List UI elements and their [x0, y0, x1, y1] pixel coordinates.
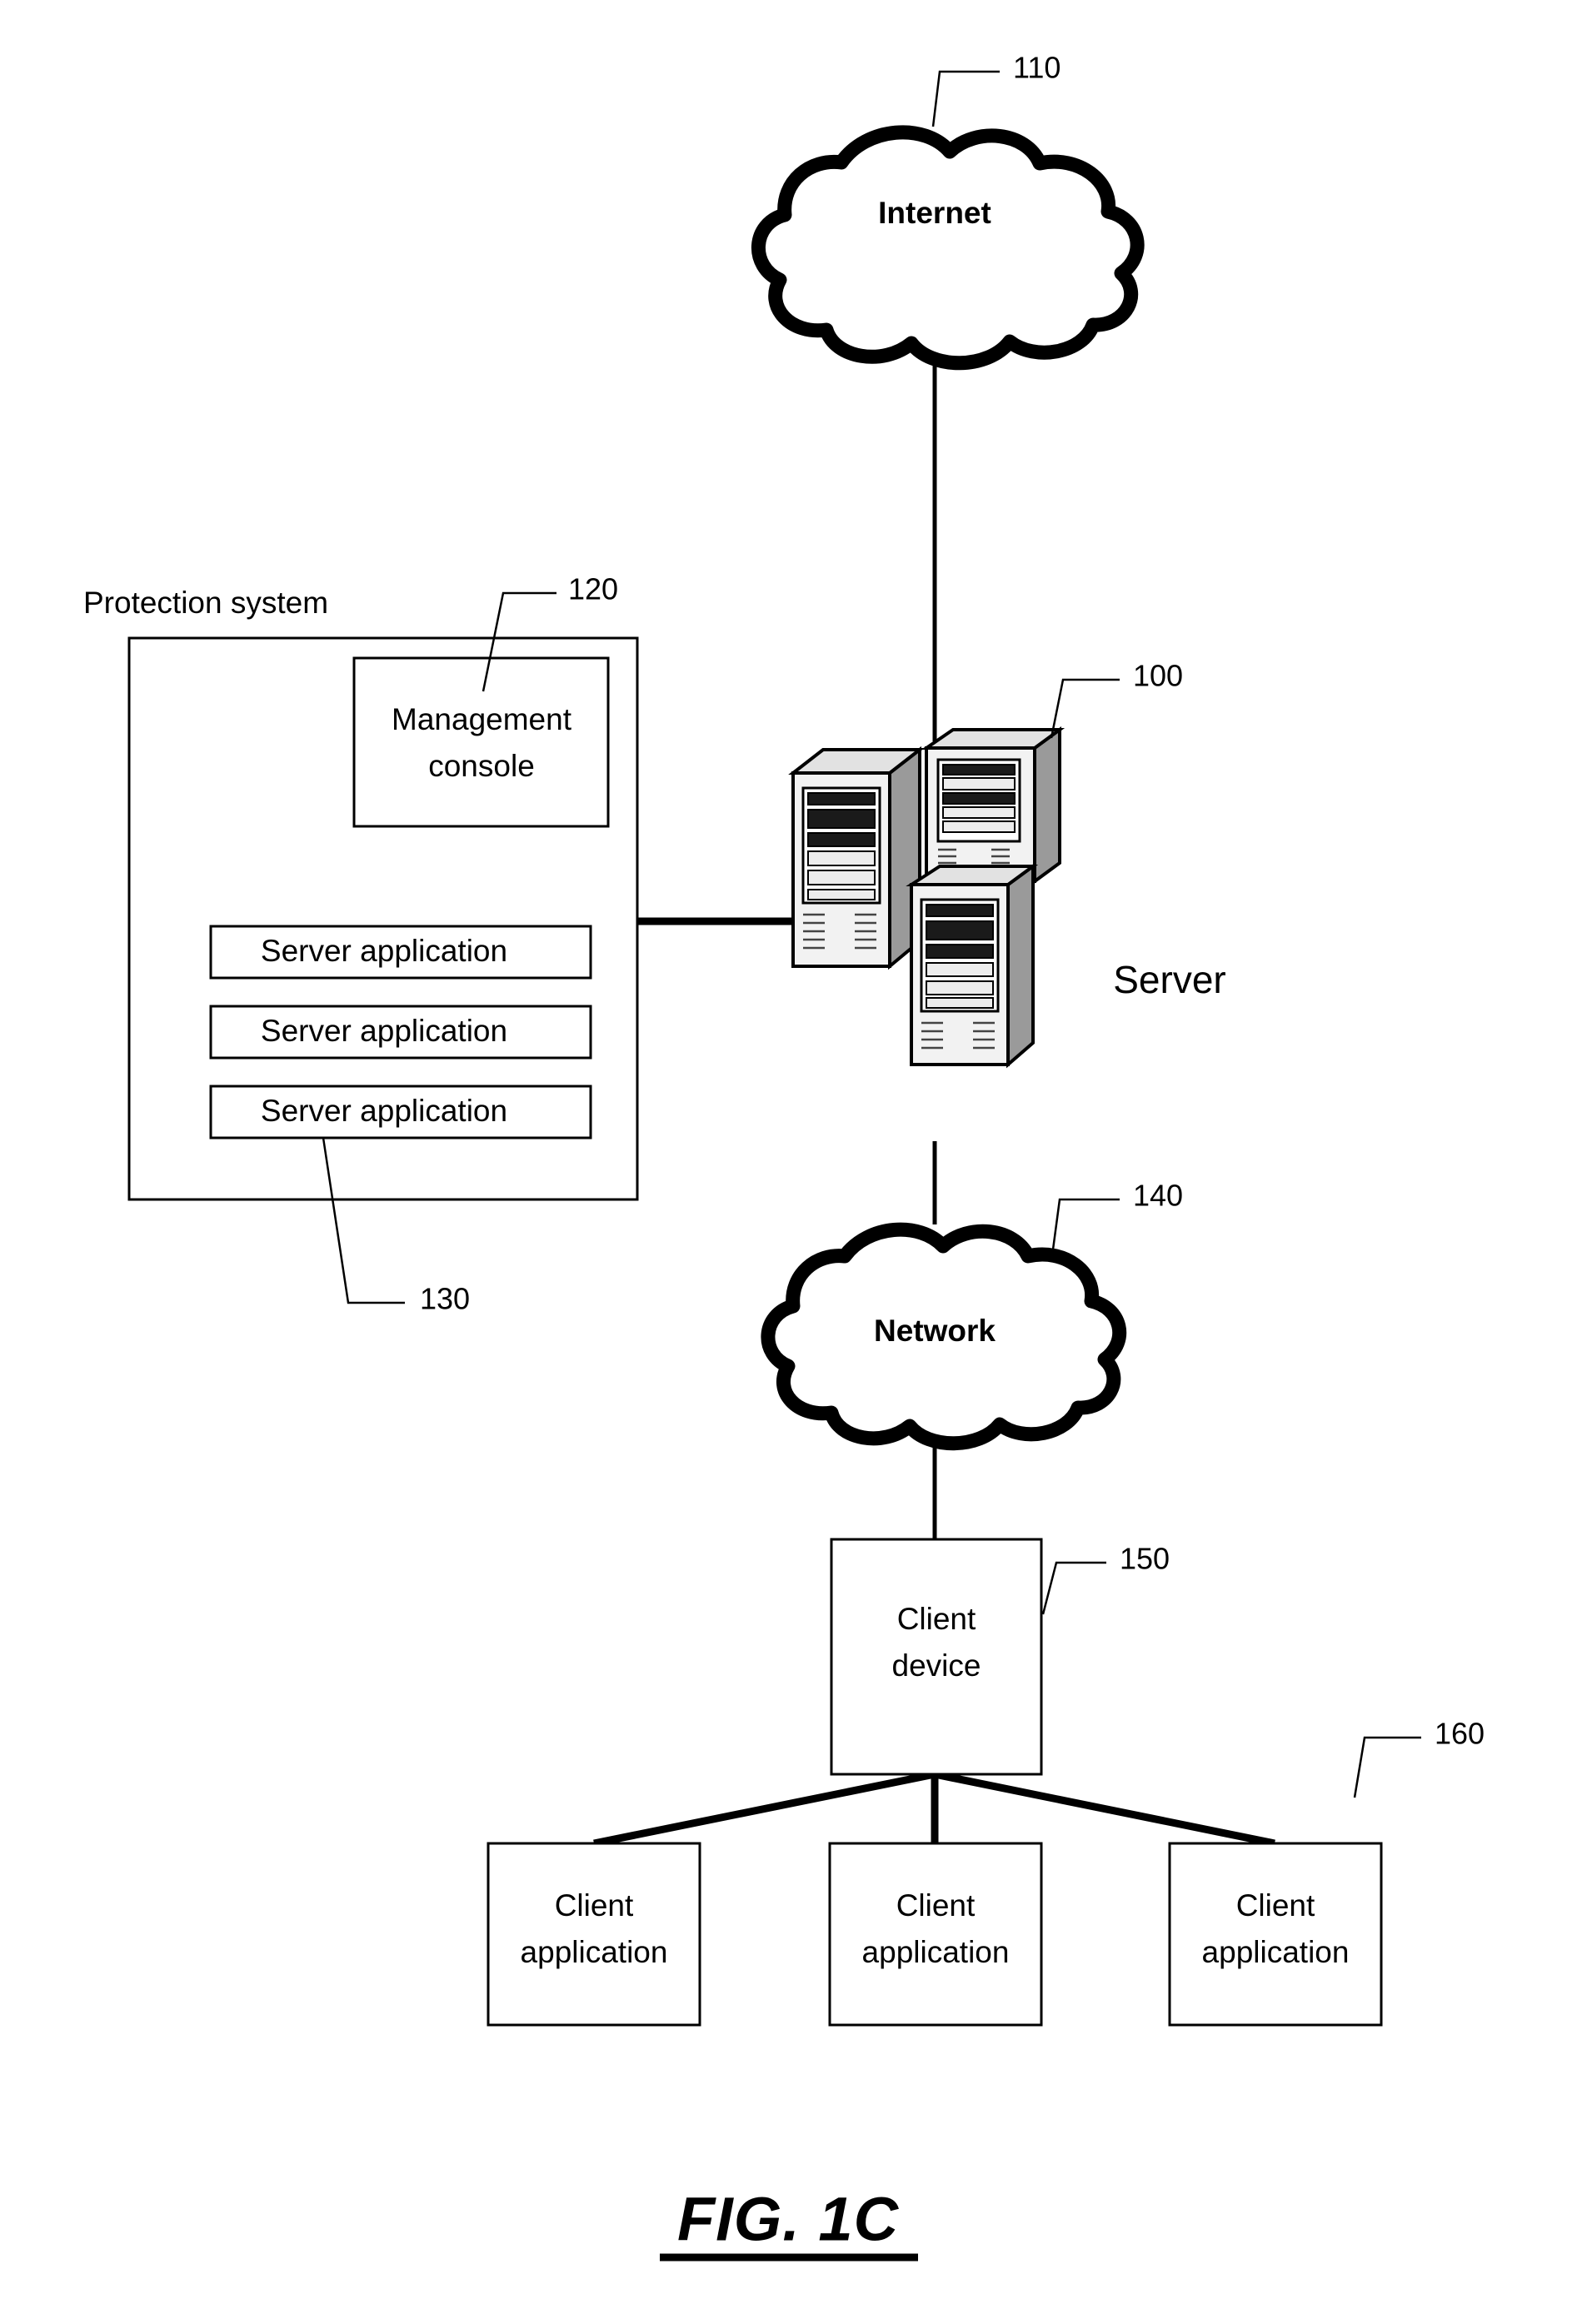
internet-label: Internet [878, 196, 991, 230]
client-application-label-2-line2: application [862, 1935, 1010, 1969]
reference-number-150: 150 [1120, 1542, 1170, 1576]
network-label: Network [874, 1314, 996, 1348]
connector-client-device-to-app-1 [593, 1770, 936, 1848]
node-server-application-2[interactable]: Server application [209, 1005, 592, 1060]
figure-caption-group: FIG. 1C [660, 2185, 918, 2262]
node-management-console[interactable]: Management console [352, 656, 610, 828]
server-tower-icon-back [921, 726, 1065, 885]
reference-number-160: 160 [1435, 1717, 1485, 1751]
reference-160: 160 [1353, 1717, 1485, 1798]
connector-client-device-to-app-3 [934, 1770, 1275, 1848]
management-console-box [352, 656, 610, 828]
leader-line-140 [1051, 1198, 1120, 1250]
node-server-application-3[interactable]: Server application [209, 1085, 592, 1140]
protection-system-label: Protection system [83, 586, 328, 620]
reference-number-120: 120 [568, 572, 618, 606]
client-application-label-1-line1: Client [555, 1888, 634, 1923]
figure-canvas: Internet 110 Protection system Managemen… [83, 51, 1485, 2262]
server-application-label-1: Server application [261, 934, 507, 968]
reference-100: 100 [1050, 659, 1183, 739]
node-server-application-1[interactable]: Server application [209, 925, 592, 980]
cloud-shape-internet [751, 125, 1145, 371]
reference-number-100: 100 [1133, 659, 1183, 693]
reference-110: 110 [931, 51, 1061, 127]
node-server[interactable]: Server [788, 726, 1226, 1069]
reference-number-140: 140 [1133, 1179, 1183, 1213]
server-tower-icon-left [788, 746, 925, 970]
server-application-label-2: Server application [261, 1014, 507, 1048]
server-label: Server [1113, 958, 1225, 1001]
figure-caption: FIG. 1C [677, 2185, 900, 2254]
reference-number-110: 110 [1013, 51, 1061, 85]
server-application-label-3: Server application [261, 1094, 507, 1128]
client-application-label-3-line2: application [1202, 1935, 1350, 1969]
client-application-label-1-line2: application [521, 1935, 668, 1969]
node-client-device[interactable]: Client device [830, 1538, 1043, 1776]
node-client-application-1[interactable]: Client application [487, 1842, 701, 2027]
reference-150: 150 [1041, 1542, 1170, 1615]
management-console-label-line1: Management [392, 702, 572, 736]
node-client-application-2[interactable]: Client application [828, 1842, 1043, 2027]
leader-line-150 [1041, 1561, 1106, 1615]
client-application-label-3-line1: Client [1236, 1888, 1315, 1923]
node-network[interactable]: Network [761, 1222, 1127, 1451]
client-application-label-2-line1: Client [896, 1888, 976, 1923]
leader-line-160 [1353, 1736, 1421, 1798]
node-internet[interactable]: Internet [751, 125, 1145, 371]
client-device-label-line1: Client [897, 1602, 976, 1636]
node-client-application-3[interactable]: Client application [1168, 1842, 1383, 2027]
reference-number-130: 130 [420, 1282, 470, 1316]
client-device-label-line2: device [892, 1648, 981, 1683]
reference-140: 140 [1051, 1179, 1183, 1250]
management-console-label-line2: console [428, 749, 535, 783]
figure-page: Internet 110 Protection system Managemen… [0, 0, 1592, 2324]
server-tower-icon-front [906, 863, 1039, 1069]
leader-line-110 [931, 70, 1000, 127]
